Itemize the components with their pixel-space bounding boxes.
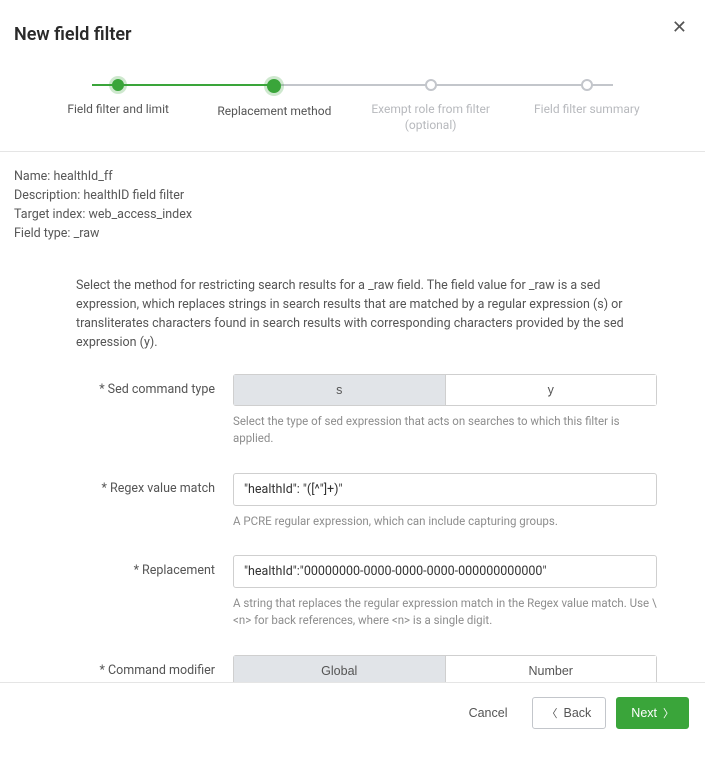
meta-fieldtype-label: Field type: <box>14 226 70 241</box>
meta-fieldtype-value: _raw <box>74 226 100 241</box>
helper-sed-command: Select the type of sed expression that a… <box>233 413 657 446</box>
chevron-right-icon: 〉 <box>663 705 674 721</box>
modal-title: New field filter <box>0 0 705 51</box>
field-replacement: * Replacement A string that replaces the… <box>48 555 657 628</box>
meta-name-value: healthId_ff <box>53 169 112 184</box>
step-field-filter-limit[interactable]: Field filter and limit <box>40 79 196 133</box>
step-label: Exempt role from filter (optional) <box>371 101 490 133</box>
helper-regex: A PCRE regular expression, which can inc… <box>233 513 657 530</box>
meta-target-label: Target index: <box>14 207 85 222</box>
meta-desc-label: Description: <box>14 188 80 203</box>
next-button[interactable]: Next 〉 <box>616 697 689 729</box>
meta-description: Description: healthID field filter <box>14 187 691 206</box>
chevron-left-icon: 〈 <box>547 705 558 721</box>
meta-target-value: web_access_index <box>88 207 192 222</box>
helper-replacement: A string that replaces the regular expre… <box>233 595 657 628</box>
step-dot-icon <box>267 79 281 93</box>
section-description: Select the method for restricting search… <box>76 277 629 352</box>
cancel-button[interactable]: Cancel <box>455 699 522 727</box>
label-regex-value-match: * Regex value match <box>48 473 233 496</box>
step-label: Field filter summary <box>534 101 640 117</box>
field-regex-value-match: * Regex value match A PCRE regular expre… <box>48 473 657 530</box>
stepper-line-2 <box>268 84 437 86</box>
next-button-label: Next <box>631 706 657 720</box>
meta-desc-value: healthID field filter <box>83 188 184 203</box>
sed-option-s[interactable]: s <box>233 374 446 406</box>
sed-option-y[interactable]: y <box>446 374 658 406</box>
step-dot-icon <box>425 79 437 91</box>
meta-name-label: Name: <box>14 169 50 184</box>
step-exempt-role: Exempt role from filter (optional) <box>353 79 509 133</box>
step-label: Field filter and limit <box>67 101 169 117</box>
label-sed-command-type: * Sed command type <box>48 374 233 397</box>
regex-value-input[interactable] <box>233 473 657 506</box>
step-dot-icon <box>581 79 593 91</box>
field-sed-command-type: * Sed command type s y Select the type o… <box>48 374 657 446</box>
label-replacement: * Replacement <box>48 555 233 578</box>
modal-footer: Cancel 〈 Back Next 〉 <box>0 682 705 743</box>
step-summary: Field filter summary <box>509 79 665 133</box>
step-dot-icon <box>112 79 124 91</box>
filter-meta: Name: healthId_ff Description: healthID … <box>0 152 705 259</box>
label-command-modifier: * Command modifier <box>48 655 233 678</box>
step-label: Replacement method <box>217 103 331 119</box>
close-button[interactable]: ✕ <box>672 18 687 36</box>
replacement-input[interactable] <box>233 555 657 588</box>
meta-target-index: Target index: web_access_index <box>14 206 691 225</box>
sed-command-segmented: s y <box>233 374 657 406</box>
wizard-stepper: Field filter and limit Replacement metho… <box>0 51 705 151</box>
new-field-filter-modal: ✕ New field filter Field filter and limi… <box>0 0 705 743</box>
step-replacement-method[interactable]: Replacement method <box>196 79 352 133</box>
meta-field-type: Field type: _raw <box>14 225 691 244</box>
meta-name: Name: healthId_ff <box>14 168 691 187</box>
close-icon: ✕ <box>672 17 687 37</box>
back-button-label: Back <box>564 706 592 720</box>
back-button[interactable]: 〈 Back <box>532 697 607 729</box>
